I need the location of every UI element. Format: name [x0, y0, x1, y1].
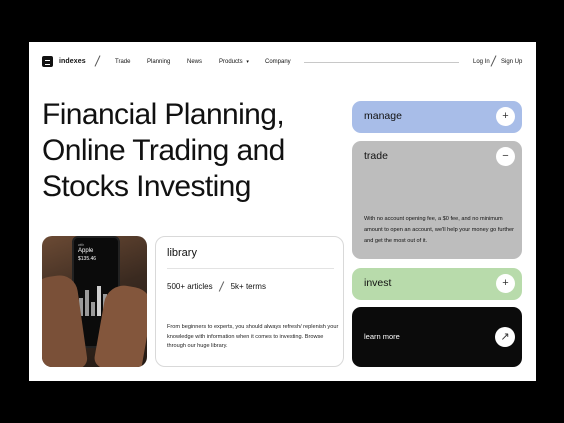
hero-headline: Financial Planning, Online Trading and S… [42, 97, 285, 205]
logo-icon [42, 56, 53, 67]
nav-item-news[interactable]: News [187, 59, 202, 65]
logo[interactable]: indexes [42, 56, 86, 67]
arrow-up-right-icon[interactable]: ↗ [495, 327, 515, 347]
stats-separator-icon [219, 281, 225, 291]
invest-card[interactable]: invest + [352, 268, 522, 300]
nav-item-products-label: Products [219, 59, 243, 65]
nav-item-company[interactable]: Company [265, 59, 291, 65]
signup-link[interactable]: Sign Up [501, 59, 522, 65]
learn-more-card[interactable]: learn more ↗ [352, 307, 522, 367]
library-divider [167, 268, 334, 269]
minus-icon[interactable]: − [496, 147, 515, 166]
nav-separator-icon [95, 55, 101, 67]
library-articles: 500+ articles [167, 281, 213, 291]
auth-separator-icon [491, 55, 497, 67]
top-nav: indexes Trade Planning News Products ▾ C… [29, 42, 536, 82]
hero-line-3: Stocks Investing [42, 170, 251, 203]
learn-more-label: learn more [364, 332, 400, 341]
nav-item-trade[interactable]: Trade [115, 59, 130, 65]
phone-stock-name: Apple [78, 248, 94, 254]
invest-label: invest [364, 277, 392, 289]
manage-label: manage [364, 110, 402, 122]
nav-divider [304, 62, 459, 63]
nav-item-products[interactable]: Products ▾ [219, 59, 249, 65]
library-stats: 500+ articles 5k+ terms [167, 281, 266, 291]
manage-card[interactable]: manage + [352, 101, 522, 133]
library-title: library [167, 247, 197, 259]
library-description: From beginners to experts, you should al… [167, 324, 339, 350]
trade-card[interactable]: trade − With no account opening fee, a $… [352, 141, 522, 259]
logo-text: indexes [59, 58, 86, 65]
phone-label: with [78, 243, 85, 247]
nav-item-planning[interactable]: Planning [147, 59, 170, 65]
trade-label: trade [364, 150, 388, 162]
phone-chart-bar [97, 286, 101, 316]
hero-line-2: Online Trading and [42, 134, 285, 167]
plus-icon[interactable]: + [496, 107, 515, 126]
hero-line-1: Financial Planning, [42, 98, 285, 131]
plus-icon[interactable]: + [496, 274, 515, 293]
library-card[interactable]: library 500+ articles 5k+ terms From beg… [155, 236, 344, 367]
phone-chart-bar [85, 290, 89, 316]
phone-photo: with Apple $135.46 [42, 236, 147, 367]
library-terms: 5k+ terms [230, 281, 266, 291]
trade-description: With no account opening fee, a $0 fee, a… [364, 216, 515, 244]
login-link[interactable]: Log In [473, 59, 490, 65]
phone-stock-price: $135.46 [78, 256, 97, 262]
chevron-down-icon: ▾ [246, 59, 249, 65]
landing-page: indexes Trade Planning News Products ▾ C… [29, 42, 536, 381]
phone-chart-bar [91, 302, 95, 316]
